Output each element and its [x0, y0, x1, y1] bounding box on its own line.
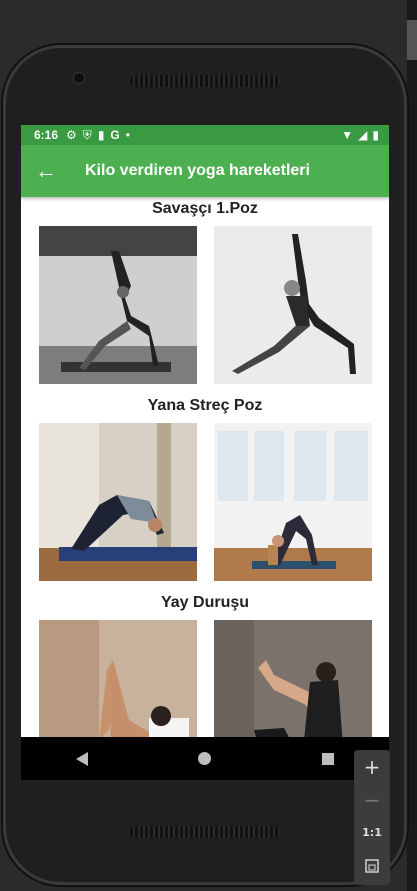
shield-icon: ⛨: [82, 127, 92, 142]
pose-image: [214, 226, 372, 384]
pose-image: [39, 226, 197, 384]
back-arrow-icon[interactable]: ←: [21, 158, 71, 184]
fit-screen-icon[interactable]: [354, 849, 390, 882]
zoom-out-button[interactable]: −: [354, 783, 390, 816]
top-speaker: [130, 75, 280, 87]
zoom-ratio-button[interactable]: 1:1: [354, 816, 390, 849]
nav-recents-icon[interactable]: [321, 752, 334, 765]
wifi-icon: ▼: [341, 128, 354, 142]
sd-card-icon: ▮: [97, 128, 105, 142]
image-row: [21, 423, 389, 581]
page-title: Kilo verdiren yoga hareketleri: [85, 162, 310, 179]
device-screen: 6:16 ⚙ ⛨ ▮ G • ▼ ◢ ▮ ← Kilo verdiren yog…: [21, 125, 389, 780]
bottom-speaker: [130, 826, 280, 838]
pose-image: [39, 620, 197, 737]
system-nav-bar: [21, 737, 389, 780]
image-row: [21, 226, 389, 384]
status-time: 6:16: [34, 128, 59, 142]
nav-home-icon[interactable]: [198, 752, 212, 765]
image-row: [21, 620, 389, 737]
section-title-bow: Yay Duruşu: [160, 594, 250, 611]
pose-image: [214, 620, 372, 737]
signal-icon: ◢: [358, 128, 368, 142]
side-panel: [407, 0, 417, 891]
status-bar: 6:16 ⚙ ⛨ ▮ G • ▼ ◢ ▮: [21, 125, 389, 145]
emulator-zoom-controls: + − 1:1: [354, 750, 390, 885]
side-panel-chip: [407, 20, 417, 60]
battery-icon: ▮: [372, 128, 379, 142]
nav-back-icon[interactable]: [76, 751, 89, 766]
settings-icon: ⚙: [66, 128, 77, 142]
google-icon: G: [110, 128, 120, 142]
pose-image: [214, 423, 372, 581]
pose-image: [39, 423, 197, 581]
section-title-side-stretch: Yana Streç Poz: [147, 397, 263, 414]
dot-icon: •: [125, 128, 130, 142]
front-camera: [74, 73, 84, 83]
section-title-warrior: Savaşçı 1.Poz: [152, 200, 258, 217]
scroll-content[interactable]: Savaşçı 1.Poz Yana Streç Poz Yay Duruşu: [21, 197, 389, 737]
zoom-in-button[interactable]: +: [354, 750, 390, 783]
app-bar: ← Kilo verdiren yoga hareketleri: [21, 145, 389, 197]
